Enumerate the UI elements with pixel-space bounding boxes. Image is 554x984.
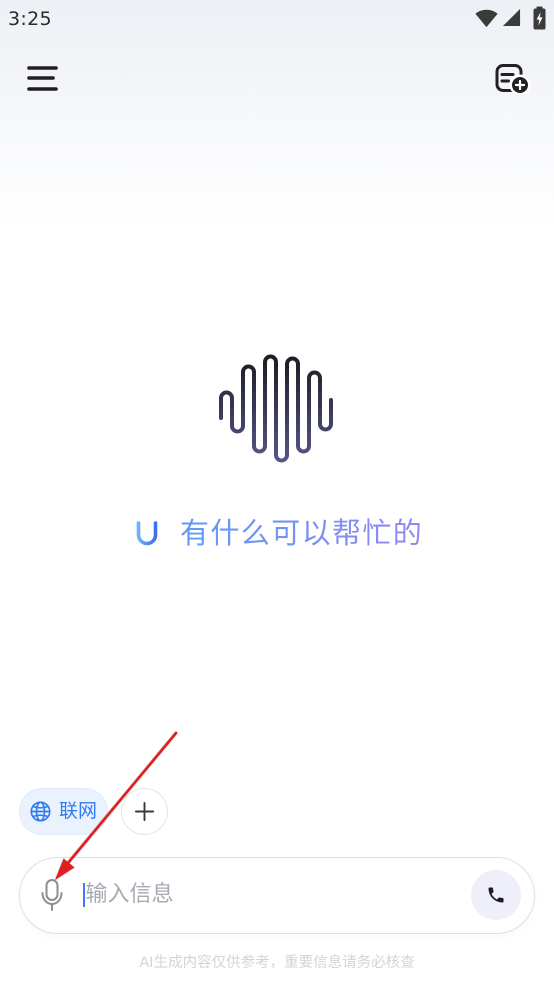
more-options-button[interactable]	[121, 788, 168, 835]
new-chat-icon[interactable]	[491, 60, 531, 98]
text-caret	[82, 882, 85, 907]
globe-icon	[30, 801, 51, 822]
wifi-icon	[475, 9, 498, 28]
status-time: 3:25	[8, 8, 52, 30]
phone-icon	[488, 887, 503, 902]
voice-call-button[interactable]	[470, 869, 521, 920]
cellular-signal-icon	[502, 8, 521, 27]
microphone-icon[interactable]	[39, 878, 65, 912]
web-search-toggle[interactable]: 联网	[19, 788, 108, 835]
battery-charging-icon	[533, 6, 546, 30]
greeting-text: 有什么可以帮忙的	[180, 516, 424, 550]
ai-disclaimer: AI生成内容仅供参考，重要信息请务必核查	[139, 955, 415, 971]
message-composer	[19, 857, 535, 934]
plus-icon	[134, 801, 155, 822]
message-input[interactable]	[85, 875, 461, 915]
status-bar: 3:25	[0, 0, 554, 38]
smile-icon	[136, 521, 158, 546]
menu-icon[interactable]	[26, 62, 60, 94]
annotation-arrow	[55, 731, 178, 880]
web-search-label: 联网	[59, 800, 98, 822]
waveform-logo-icon	[219, 354, 333, 463]
